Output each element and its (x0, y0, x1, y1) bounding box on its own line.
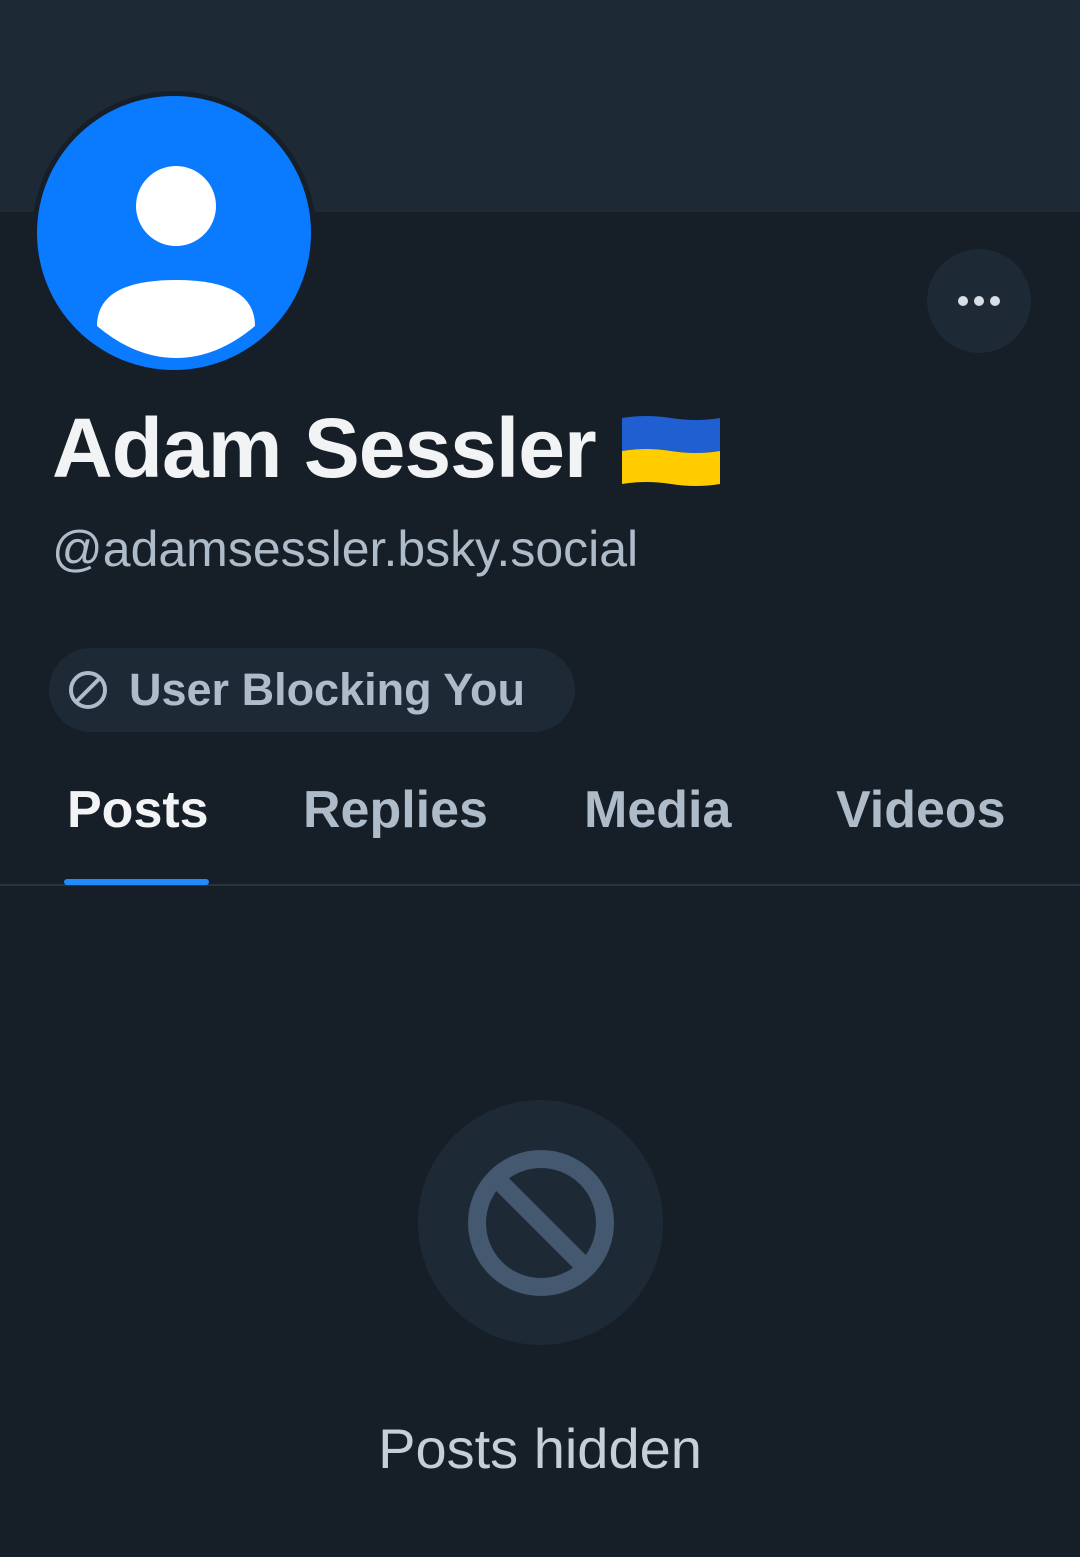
avatar[interactable] (32, 91, 316, 375)
active-tab-indicator (64, 879, 209, 885)
more-options-button[interactable] (927, 249, 1031, 353)
posts-hidden-icon-container (418, 1100, 663, 1345)
default-avatar-icon (37, 96, 311, 370)
blocking-status-label: User Blocking You (129, 664, 525, 715)
tab-videos[interactable]: Videos (836, 780, 1006, 840)
ellipsis-icon (958, 296, 1000, 306)
tab-replies[interactable]: Replies (303, 780, 488, 840)
profile-name-row: Adam Sessler (52, 398, 722, 498)
profile-tabs: Posts Replies Media Videos (0, 760, 1080, 886)
tab-media[interactable]: Media (584, 780, 731, 840)
ukraine-flag-icon (621, 416, 720, 486)
display-name: Adam Sessler (52, 400, 597, 495)
profile-handle: @adamsessler.bsky.social (52, 521, 639, 577)
posts-hidden-message: Posts hidden (378, 1417, 702, 1480)
block-icon (69, 671, 107, 709)
blocking-status-badge[interactable]: User Blocking You (49, 648, 575, 732)
tab-posts[interactable]: Posts (67, 780, 209, 840)
block-icon (467, 1149, 614, 1296)
